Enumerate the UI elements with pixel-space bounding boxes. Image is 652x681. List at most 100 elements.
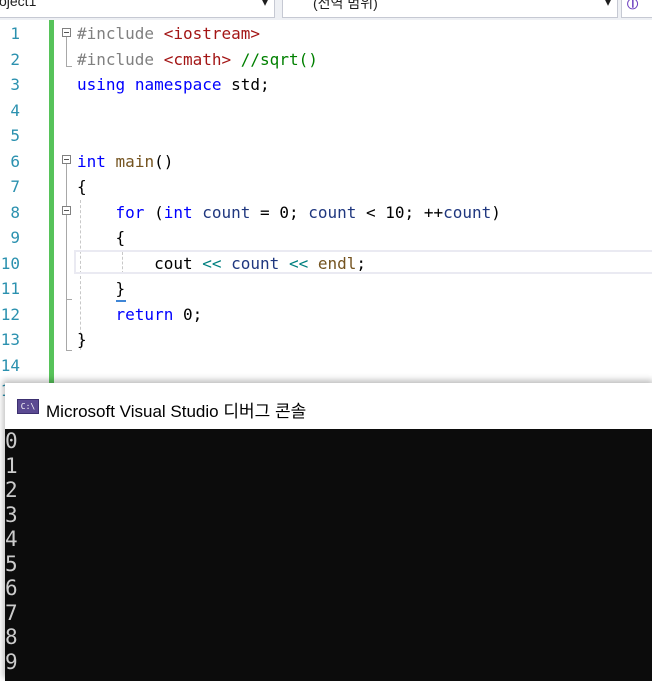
console-output-line: 4 <box>5 527 18 551</box>
code-token: { <box>77 228 126 247</box>
code-token: count <box>308 202 357 222</box>
code-line: for (int count = 0; count < 10; ++count) <box>77 200 501 226</box>
member-function-icon: ⦶ <box>627 0 639 13</box>
code-token: << <box>202 253 222 273</box>
code-line: { <box>77 174 87 200</box>
line-number: 2 <box>10 49 20 69</box>
collapse-main-block-icon[interactable] <box>62 155 71 164</box>
code-token: using <box>77 75 126 94</box>
code-token: //sqrt() <box>240 49 318 69</box>
console-app-icon: C:\ <box>17 399 39 414</box>
console-output-line: 3 <box>5 502 18 527</box>
console-title-bar[interactable]: C:\ Microsoft Visual Studio 디버그 콘솔 <box>5 383 652 429</box>
code-token: #include <box>77 24 164 43</box>
code-token: ) <box>491 202 501 222</box>
code-token: main <box>115 151 155 171</box>
console-output-line: 1 <box>5 453 18 478</box>
console-output-line: 0 <box>5 429 18 453</box>
code-token: << <box>288 253 309 273</box>
line-number: 4 <box>10 100 20 120</box>
code-token: return <box>115 304 174 324</box>
code-token: ( <box>144 202 164 222</box>
code-token: <iostream> <box>163 24 261 43</box>
code-line: #include <iostream> <box>77 21 260 47</box>
outline-tick <box>66 66 72 67</box>
chevron-down-icon: ▾ <box>261 0 268 9</box>
line-number: 12 <box>0 304 20 324</box>
line-number: 5 <box>10 126 20 145</box>
console-output-line: 2 <box>5 478 18 502</box>
outline-tick <box>66 350 72 351</box>
code-line: return 0; <box>77 302 203 328</box>
code-token: endl <box>317 253 357 273</box>
code-token: ; <box>356 253 367 273</box>
line-number: 9 <box>10 228 20 247</box>
console-window-title: Microsoft Visual Studio 디버그 콘솔 <box>46 402 307 421</box>
outline-tick <box>66 299 72 300</box>
code-token: count <box>443 202 492 222</box>
line-number: 14 <box>0 355 20 375</box>
member-dropdown[interactable]: ⦶ <box>621 0 652 18</box>
collapse-for-block-icon[interactable] <box>62 206 71 215</box>
code-token: cout <box>77 253 203 273</box>
outline-line <box>66 37 67 66</box>
line-number: 8 <box>10 202 20 222</box>
console-output-area[interactable]: 0123456789 <box>5 429 652 681</box>
code-token: std; <box>221 75 270 94</box>
code-token: count <box>231 253 280 273</box>
code-token: { <box>77 177 87 196</box>
line-number: 6 <box>10 151 20 171</box>
code-line: using namespace std; <box>77 72 270 98</box>
chevron-down-icon: ▾ <box>604 0 611 9</box>
line-number: 1 <box>10 24 20 43</box>
project-dropdown-label: oject1 <box>0 0 37 9</box>
code-token: for <box>115 202 145 222</box>
line-number: 7 <box>10 177 20 196</box>
scope-dropdown[interactable]: (전역 범위) ▾ <box>282 0 618 18</box>
code-token: #include <box>77 49 164 69</box>
code-line: } <box>77 327 87 353</box>
code-token: namespace <box>134 75 222 94</box>
code-token: } <box>77 330 87 349</box>
line-number: 10 <box>0 253 20 273</box>
console-output-line: 8 <box>5 625 18 649</box>
code-line: { <box>77 225 126 251</box>
code-token: = 0; <box>250 202 309 222</box>
code-token: int <box>77 151 106 171</box>
code-token: count <box>202 202 251 222</box>
outline-line <box>66 215 67 299</box>
console-output-line: 7 <box>5 600 18 625</box>
code-token: } <box>77 279 126 298</box>
editor-navigation-bar: oject1 ▾ (전역 범위) ▾ ⦶ <box>0 0 652 21</box>
console-output-line: 9 <box>5 649 18 674</box>
code-line: int main() <box>77 149 173 175</box>
code-line: cout << count << endl; <box>77 251 366 277</box>
debug-console-window[interactable]: C:\ Microsoft Visual Studio 디버그 콘솔 01234… <box>5 383 652 681</box>
console-output-line: 6 <box>5 576 18 600</box>
console-output-line: 5 <box>5 551 18 576</box>
code-token: 0; <box>173 304 203 324</box>
project-dropdown[interactable]: oject1 ▾ <box>0 0 275 18</box>
collapse-include-block-icon[interactable] <box>62 28 71 37</box>
line-number: 13 <box>0 330 20 349</box>
code-editor[interactable]: 1234567891011121314151 #include <iostrea… <box>0 20 652 426</box>
scope-dropdown-label: (전역 범위) <box>313 0 378 11</box>
change-tracking-bar <box>49 20 54 384</box>
code-line: #include <cmath> //sqrt() <box>77 47 318 73</box>
code-line: } <box>77 276 126 302</box>
line-number: 3 <box>10 75 20 94</box>
line-number: 11 <box>0 279 20 298</box>
code-token: < 10; ++ <box>356 202 444 222</box>
code-token: int <box>163 202 193 222</box>
code-token: () <box>154 151 174 171</box>
code-token: <cmath> <box>163 49 232 69</box>
